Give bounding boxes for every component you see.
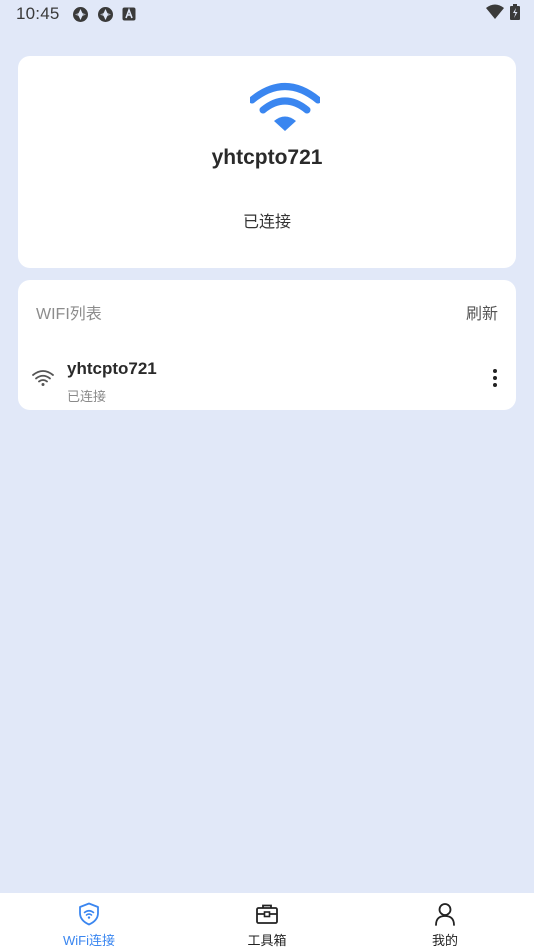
tab-mine[interactable]: 我的	[356, 893, 534, 950]
shield-wifi-icon	[78, 902, 100, 926]
wifi-item-status: 已连接	[67, 389, 107, 404]
status-time: 10:45	[16, 4, 60, 23]
a-square-icon	[122, 7, 136, 21]
toolbox-icon	[255, 902, 279, 926]
connected-ssid: yhtcpto721	[211, 146, 323, 169]
wifi-list-item[interactable]: yhtcpto721 已连接	[18, 350, 516, 406]
aperture-icon	[72, 6, 89, 23]
tab-label: 我的	[431, 933, 458, 948]
tab-wifi-connect[interactable]: WiFi连接	[0, 893, 178, 950]
wifi-icon	[32, 368, 54, 391]
user-icon	[434, 902, 456, 926]
refresh-button[interactable]: 刷新	[466, 300, 498, 324]
wifi-signal-icon	[486, 4, 504, 24]
bottom-tab-bar: WiFi连接 工具箱 我的	[0, 893, 534, 950]
wifi-item-ssid: yhtcpto721	[67, 359, 157, 378]
wifi-list-card: WIFI列表 刷新 yhtcpto721 已连接	[18, 280, 516, 410]
battery-icon	[510, 3, 520, 25]
tab-label: 工具箱	[247, 933, 287, 948]
more-vertical-icon[interactable]	[490, 369, 500, 389]
wifi-list-title: WIFI列表	[36, 306, 102, 323]
tab-toolbox[interactable]: 工具箱	[178, 893, 356, 950]
aperture-icon	[97, 6, 114, 23]
connection-status: 已连接	[242, 214, 291, 231]
current-connection-card: yhtcpto721 已连接	[18, 56, 516, 268]
status-bar: 10:45	[0, 0, 534, 28]
tab-label: WiFi连接	[63, 933, 115, 948]
wifi-icon	[248, 82, 322, 137]
